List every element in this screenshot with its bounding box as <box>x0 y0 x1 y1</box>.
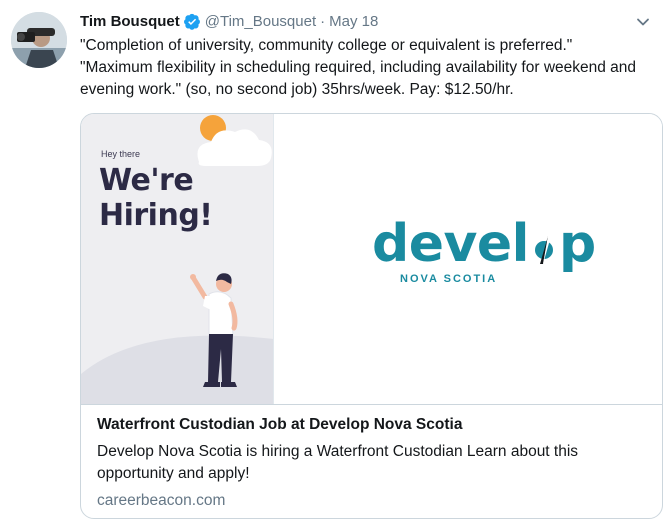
logo-wordmark: devel p <box>372 218 596 270</box>
headline-line: Hiring! <box>99 198 213 233</box>
tweet-text: "Completion of university, community col… <box>80 35 665 101</box>
logo-subtitle: NOVA SCOTIA <box>400 273 498 285</box>
tweet-text-line: "Completion of university, community col… <box>80 37 573 54</box>
tweet[interactable]: Tim Bousquet @Tim_Bousquet · May 18 "Com… <box>0 0 669 531</box>
headline-line: We're <box>99 163 194 198</box>
card-body[interactable]: Waterfront Custodian Job at Develop Nova… <box>97 414 657 512</box>
develop-nova-scotia-logo: devel p NOVA SCOTIA <box>372 218 596 285</box>
logo-word-end: p <box>558 214 596 274</box>
logo-word-start: devel <box>372 214 529 274</box>
card-domain[interactable]: careerbeacon.com <box>97 490 657 512</box>
author-name[interactable]: Tim Bousquet <box>80 13 180 30</box>
verified-badge-icon <box>183 13 201 30</box>
avatar[interactable] <box>11 12 67 68</box>
hiring-headline: We're Hiring! <box>99 163 213 233</box>
header-separator: · <box>320 12 326 30</box>
compass-o-icon <box>529 218 559 270</box>
card-description: Develop Nova Scotia is hiring a Waterfro… <box>97 443 579 482</box>
link-card[interactable]: Hey there We're Hiring! devel p NOVA SCO… <box>80 113 663 519</box>
hey-there-text: Hey there <box>101 149 141 159</box>
tweet-header: Tim Bousquet @Tim_Bousquet · May 18 <box>80 11 378 31</box>
hiring-illustration: Hey there We're Hiring! <box>81 114 274 404</box>
develop-nova-scotia-logo-panel: devel p NOVA SCOTIA <box>274 114 662 404</box>
tweet-date[interactable]: May 18 <box>329 13 378 30</box>
card-media[interactable]: Hey there We're Hiring! devel p NOVA SCO… <box>81 114 662 404</box>
card-separator <box>81 404 662 405</box>
tweet-text-line: "Maximum flexibility in scheduling requi… <box>80 59 637 98</box>
card-title[interactable]: Waterfront Custodian Job at Develop Nova… <box>97 414 657 436</box>
chevron-down-icon[interactable] <box>633 12 653 32</box>
author-handle[interactable]: @Tim_Bousquet <box>205 13 316 30</box>
